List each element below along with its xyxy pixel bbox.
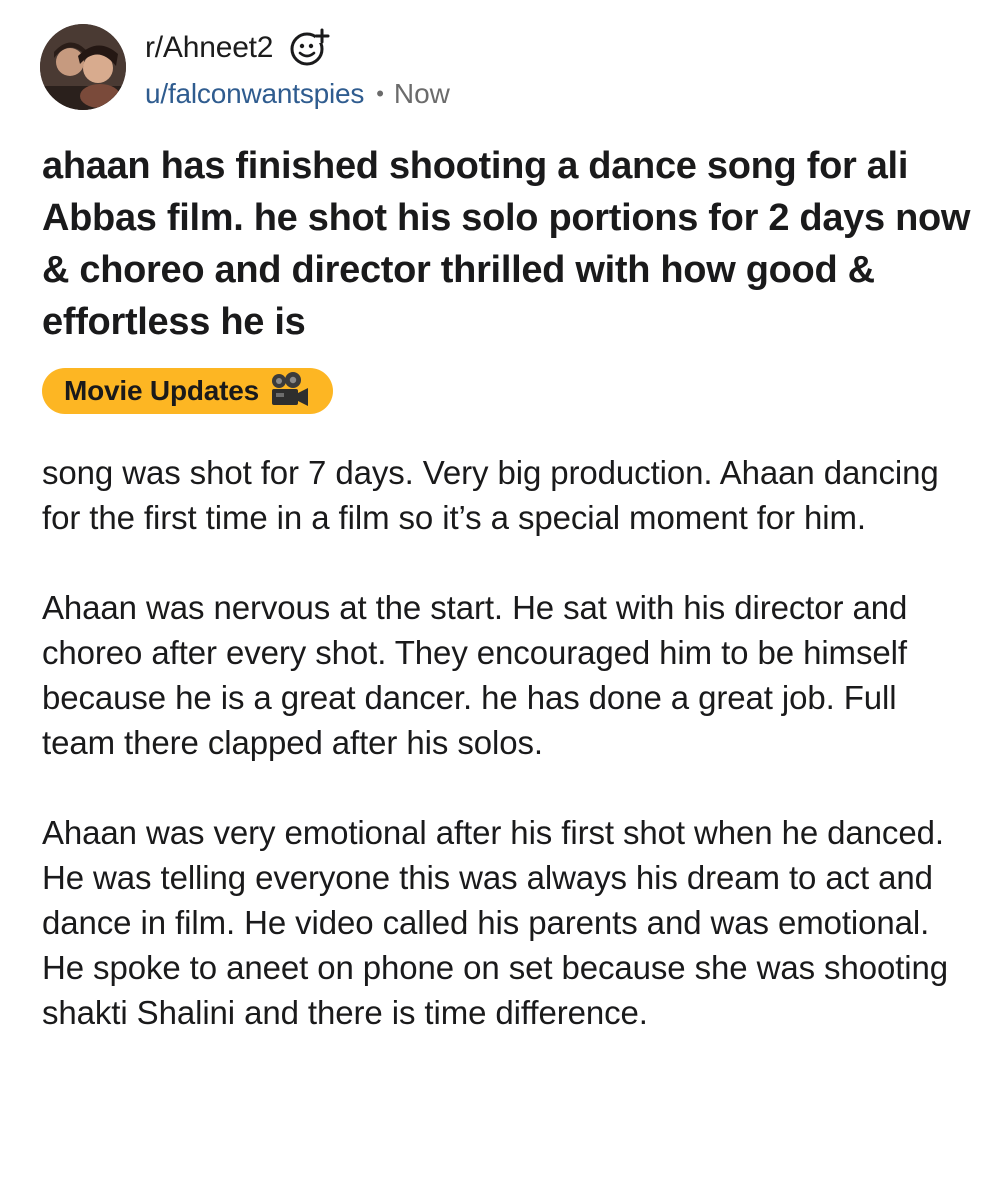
- smiley-plus-icon[interactable]: [287, 25, 333, 71]
- movie-camera-icon: [267, 371, 313, 411]
- post-body: song was shot for 7 days. Very big produ…: [42, 450, 972, 1080]
- author-row: u/falconwantspies • Now: [145, 76, 450, 112]
- reddit-post: r/Ahneet2 u/falconwantspies • Now ahaan …: [0, 0, 1002, 1200]
- body-paragraph: song was shot for 7 days. Very big produ…: [42, 454, 939, 536]
- subreddit-avatar[interactable]: [40, 24, 126, 110]
- post-title[interactable]: ahaan has finished shooting a dance song…: [42, 140, 972, 348]
- avatar-image: [40, 24, 126, 110]
- author-username[interactable]: u/falconwantspies: [145, 78, 364, 110]
- post-timestamp: Now: [393, 78, 450, 109]
- meta-separator: •: [376, 81, 384, 106]
- post-meta: r/Ahneet2 u/falconwantspies • Now: [145, 28, 450, 112]
- body-paragraph: Ahaan was nervous at the start. He sat w…: [42, 589, 908, 761]
- flair-label: Movie Updates: [64, 375, 259, 406]
- body-paragraph: Ahaan was very emotional after his first…: [42, 814, 949, 1031]
- subreddit-row: r/Ahneet2: [145, 28, 450, 68]
- post-flair[interactable]: Movie Updates: [42, 368, 333, 414]
- subreddit-name[interactable]: r/Ahneet2: [145, 31, 273, 65]
- post-header: r/Ahneet2 u/falconwantspies • Now: [40, 24, 940, 114]
